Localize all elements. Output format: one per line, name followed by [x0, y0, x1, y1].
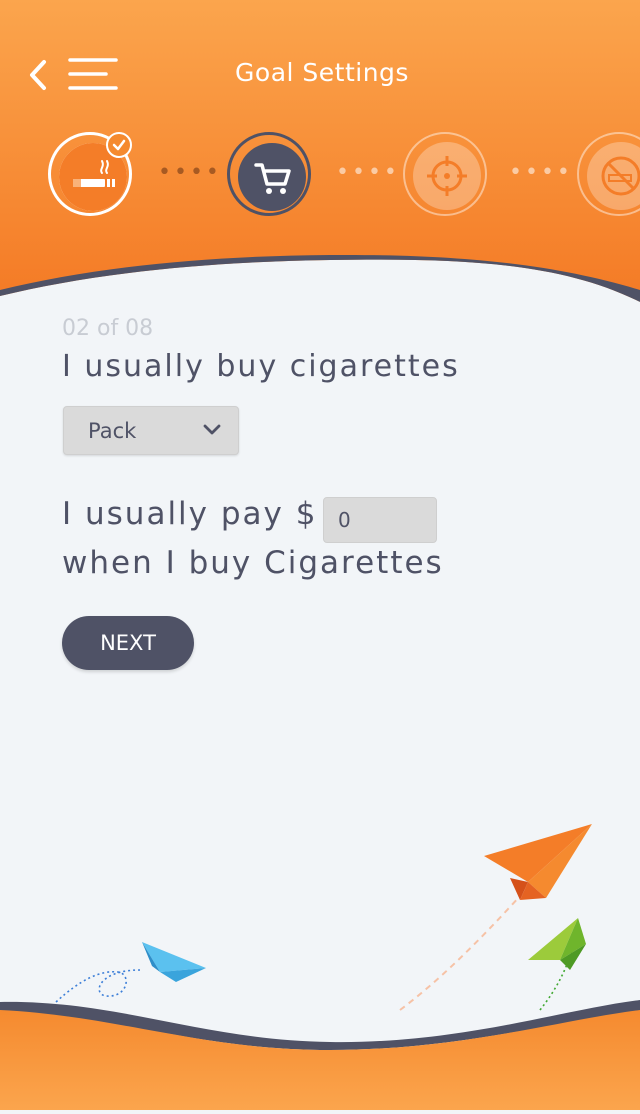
target-icon	[427, 156, 467, 196]
step-4-quit[interactable]	[577, 132, 640, 216]
menu-button[interactable]	[68, 56, 118, 92]
next-button[interactable]: NEXT	[62, 616, 194, 670]
chevron-left-icon	[30, 60, 46, 90]
step-completed-check-icon	[106, 132, 132, 158]
step-counter: 02 of 08	[62, 316, 154, 341]
step-2-purchase[interactable]	[227, 132, 311, 216]
question-pay-prefix: I usually pay $	[62, 496, 318, 532]
step-connector: ••••	[336, 160, 400, 185]
hamburger-menu-icon	[68, 58, 118, 90]
page-title: Goal Settings	[235, 58, 409, 87]
question-pay-suffix: when I buy Cigarettes	[62, 545, 444, 581]
paper-plane-blue-icon	[142, 942, 206, 982]
paper-plane-green-icon	[528, 918, 586, 970]
footer-decoration	[0, 820, 640, 1110]
flight-trail-blue	[55, 969, 141, 1003]
chevron-down-icon	[203, 424, 221, 435]
purchase-unit-value: Pack	[88, 419, 137, 443]
flight-trail-orange	[399, 895, 521, 1011]
step-3-goal[interactable]	[403, 132, 487, 216]
step-connector: ••••	[509, 160, 573, 185]
no-smoking-icon	[601, 156, 640, 196]
header: Goal Settings •••• •••• ••••	[0, 0, 640, 310]
question-buy-label: I usually buy cigarettes	[62, 349, 460, 384]
question-panel: 02 of 08 I usually buy cigarettes	[62, 312, 622, 384]
back-button[interactable]	[26, 58, 56, 92]
footer-illustration	[0, 824, 640, 1110]
paper-plane-orange-icon	[484, 824, 592, 900]
amount-input[interactable]	[323, 497, 437, 543]
step-connector: ••••	[158, 160, 222, 185]
purchase-unit-dropdown[interactable]: Pack	[63, 406, 239, 455]
shopping-cart-icon	[254, 163, 291, 194]
